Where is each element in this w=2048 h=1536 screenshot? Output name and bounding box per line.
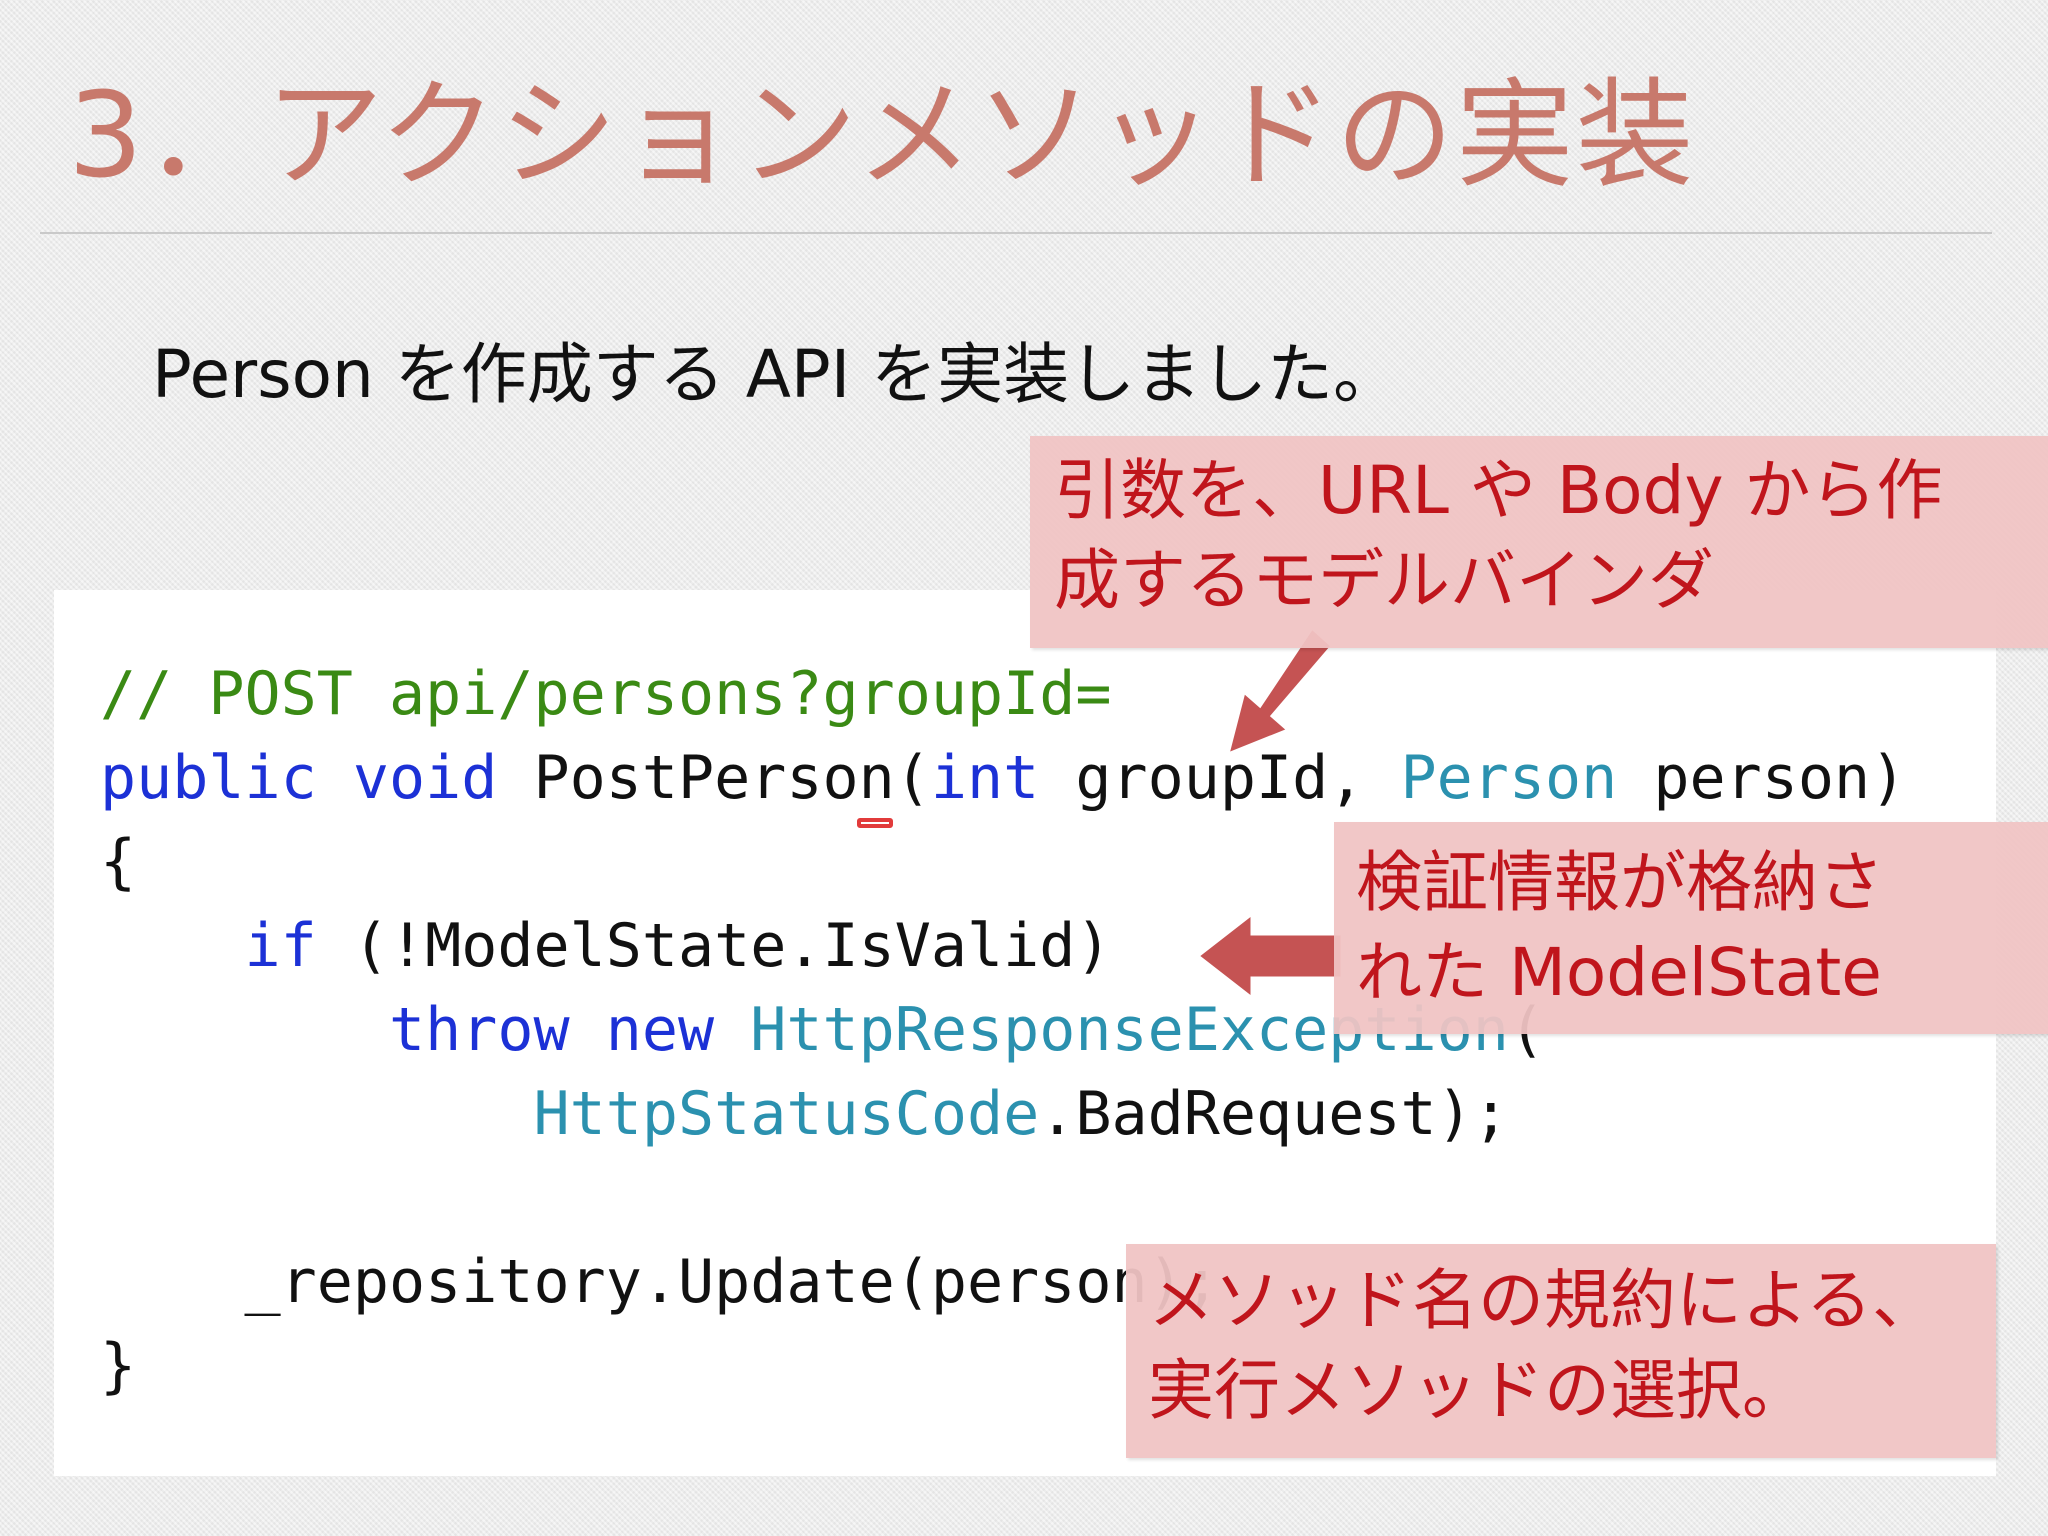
code-token: .BadRequest);: [1039, 1079, 1509, 1149]
code-token: (!ModelState.IsValid): [316, 911, 1112, 981]
code-line: public void PostPerson(int groupId, Pers…: [100, 736, 1906, 820]
callout-model-binder-line-2: 成するモデルバインダ: [1054, 542, 1714, 619]
callout-method-selection-line-2: 実行メソッドの選択。: [1148, 1352, 1808, 1429]
slide-subtitle: Person を作成する API を実装しました。: [152, 336, 1400, 413]
callout-model-state-line-1: 検証情報が格納さ: [1356, 844, 1884, 921]
code-token: PostPerson(: [497, 743, 931, 813]
code-token: int: [930, 743, 1040, 813]
code-token: // POST api/persons?groupId=: [100, 659, 1112, 729]
model-binder-arrow-icon: [1225, 625, 1335, 757]
slide-title: 3．アクションメソッドの実装: [68, 66, 1696, 204]
code-token: void: [352, 743, 498, 813]
callout-model-binder: 引数を、URL や Body から作 成するモデルバインダ: [1030, 436, 2048, 648]
code-token: throw: [388, 995, 570, 1065]
code-token: {: [100, 827, 137, 897]
callout-model-state: 検証情報が格納さ れた ModelState: [1334, 822, 2048, 1034]
error-squiggle-marker: [857, 818, 893, 828]
model-state-arrow-icon: [1195, 910, 1344, 1002]
title-divider: [40, 232, 1992, 234]
code-token: person): [1617, 743, 1907, 813]
callout-method-selection: メソッド名の規約による、 実行メソッドの選択。: [1126, 1244, 1996, 1458]
code-token: if: [244, 911, 317, 981]
callout-method-selection-line-1: メソッド名の規約による、: [1148, 1262, 1939, 1339]
callout-model-state-line-2: れた ModelState: [1356, 934, 1882, 1011]
code-token: }: [100, 1331, 137, 1401]
code-token: _repository.Update(person);: [100, 1247, 1220, 1317]
code-token: HttpStatusCode: [533, 1079, 1040, 1149]
code-line: HttpStatusCode.BadRequest);: [100, 1072, 1906, 1156]
code-line: // POST api/persons?groupId=: [100, 652, 1906, 736]
code-token: public: [100, 743, 317, 813]
code-token: new: [605, 995, 715, 1065]
code-token: Person: [1400, 743, 1618, 813]
callout-model-binder-line-1: 引数を、URL や Body から作: [1054, 452, 1943, 529]
